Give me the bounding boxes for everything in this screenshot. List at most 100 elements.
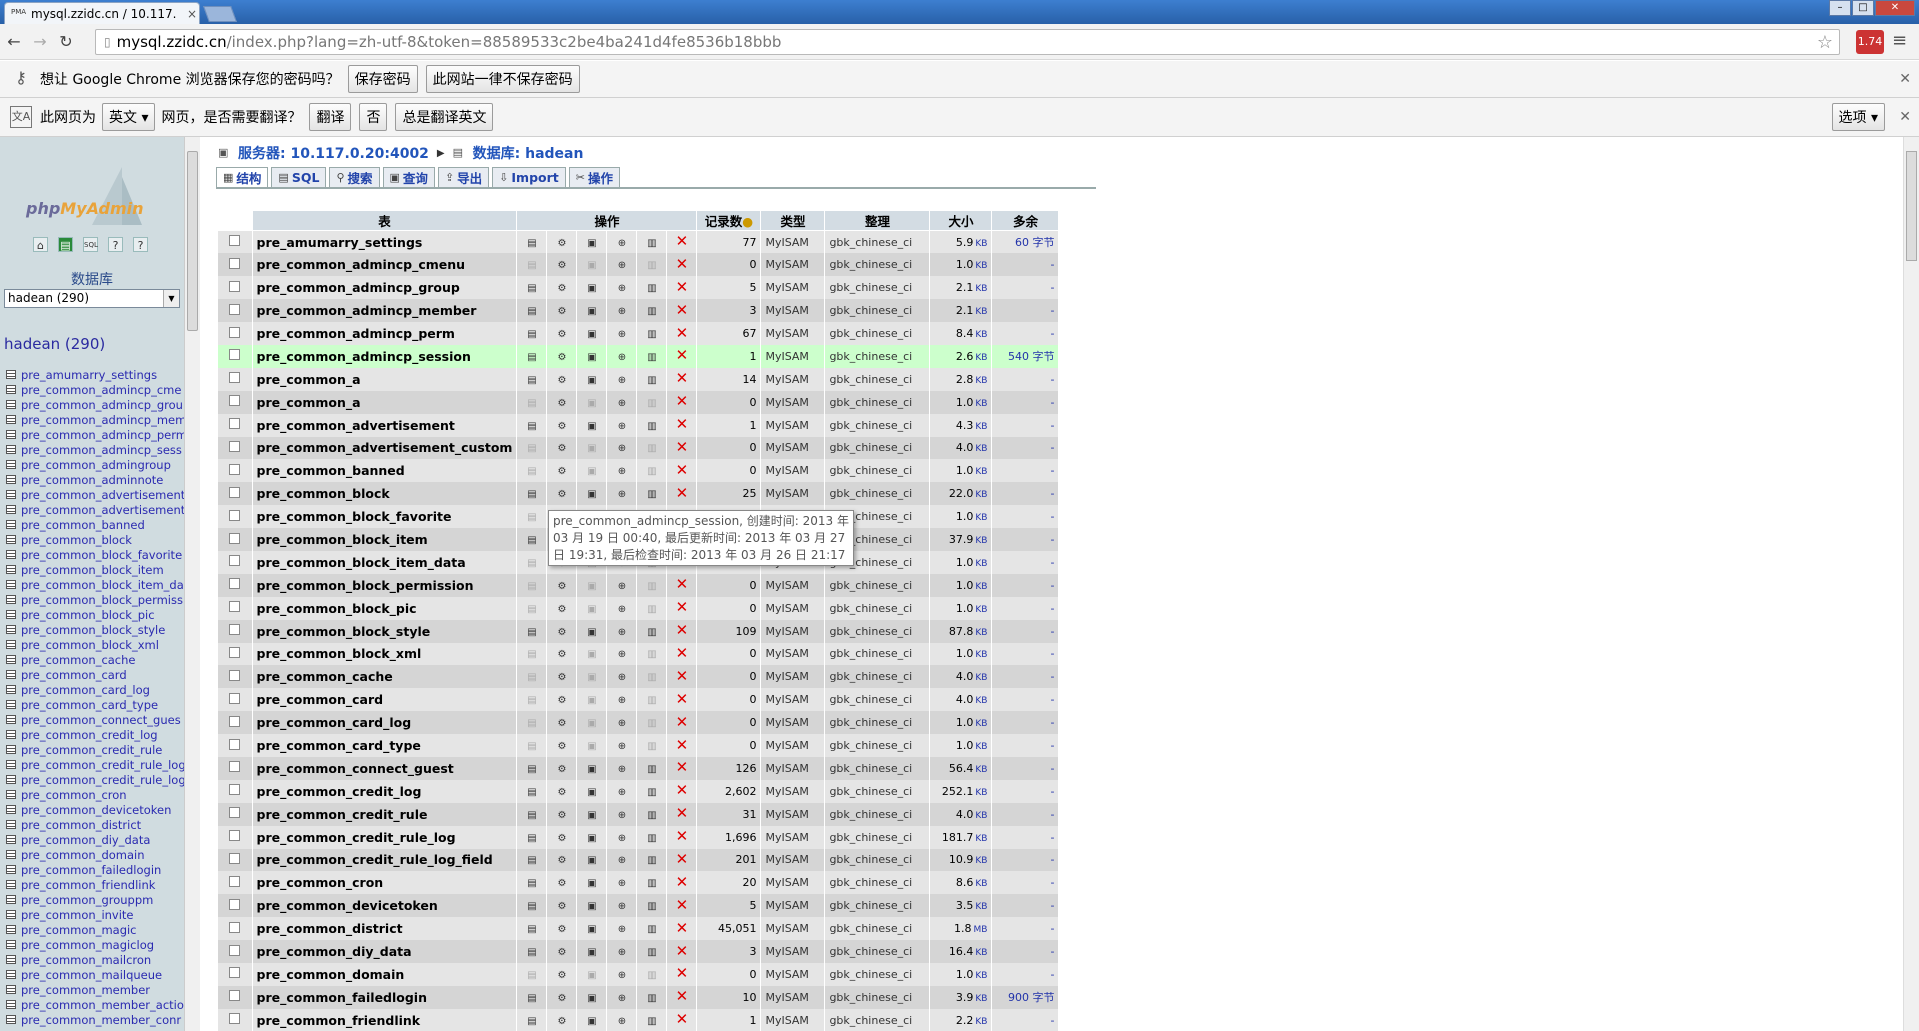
drop-icon[interactable]: ✕: [675, 874, 689, 889]
sidebar-table-item[interactable]: pre_common_block_item: [6, 562, 184, 577]
drop-icon[interactable]: ✕: [675, 325, 689, 340]
browse-icon[interactable]: ▤: [525, 352, 538, 364]
table-row[interactable]: pre_common_credit_log ▤ ⚙ ▣ ⊕ ▥ ✕ 2,602 MyISAM gb…: [218, 779, 1060, 803]
sidebar-table-item[interactable]: pre_common_credit_log: [6, 727, 184, 742]
size-unit-link[interactable]: KB: [975, 765, 987, 775]
maximize-button[interactable]: □: [1852, 0, 1874, 16]
chrome-menu-icon[interactable]: ≡: [1892, 30, 1907, 51]
scrollbar-thumb[interactable]: [1906, 151, 1917, 261]
sidebar-table-item[interactable]: pre_common_invite: [6, 907, 184, 922]
insert-icon[interactable]: ⊕: [615, 764, 628, 776]
table-icon[interactable]: [6, 760, 16, 769]
insert-icon[interactable]: ⊕: [615, 695, 628, 707]
table-icon[interactable]: [6, 475, 16, 484]
row-checkbox[interactable]: [229, 646, 241, 658]
options-button[interactable]: 选项 ▾: [1831, 103, 1885, 131]
row-checkbox[interactable]: [229, 990, 241, 1002]
table-icon[interactable]: [6, 895, 16, 904]
table-name[interactable]: pre_common_banned: [252, 459, 518, 483]
reload-icon[interactable]: ↻: [54, 32, 78, 51]
empty-icon[interactable]: ▥: [645, 398, 658, 410]
browse-icon[interactable]: ▤: [525, 535, 538, 547]
table-row[interactable]: pre_common_credit_rule_log ▤ ⚙ ▣ ⊕ ▥ ✕ 1,696 MyI…: [218, 825, 1060, 849]
size-unit-link[interactable]: KB: [975, 559, 987, 569]
browse-icon[interactable]: ▤: [525, 421, 538, 433]
insert-icon[interactable]: ⊕: [615, 466, 628, 478]
table-icon[interactable]: [6, 430, 16, 439]
size-unit-link[interactable]: KB: [975, 605, 987, 615]
drop-icon[interactable]: ✕: [675, 623, 689, 638]
table-icon[interactable]: [6, 805, 16, 814]
table-row[interactable]: pre_amumarry_settings ▤ ⚙ ▣ ⊕ ▥ ✕ 77 MyISAM gbk_c…: [218, 230, 1060, 254]
sidebar-scrollbar[interactable]: [184, 137, 200, 1031]
empty-icon[interactable]: ▥: [645, 283, 658, 295]
drop-icon[interactable]: ✕: [675, 760, 689, 775]
size-unit-link[interactable]: KB: [975, 284, 987, 294]
sidebar-table-item[interactable]: pre_common_block_xml: [6, 637, 184, 652]
size-unit-link[interactable]: KB: [975, 971, 987, 981]
empty-icon[interactable]: ▥: [645, 741, 658, 753]
search-icon[interactable]: ▣: [585, 970, 598, 982]
insert-icon[interactable]: ⊕: [615, 993, 628, 1005]
drop-icon[interactable]: ✕: [675, 989, 689, 1004]
browse-icon[interactable]: ▤: [525, 604, 538, 616]
search-icon[interactable]: ▣: [585, 1016, 598, 1028]
structure-icon[interactable]: ⚙: [555, 649, 568, 661]
table-name[interactable]: pre_common_admincp_member: [252, 299, 518, 323]
empty-icon[interactable]: ▥: [645, 649, 658, 661]
table-row[interactable]: pre_common_devicetoken ▤ ⚙ ▣ ⊕ ▥ ✕ 5 MyISAM gbk_c…: [218, 894, 1060, 918]
browse-icon[interactable]: ▤: [525, 260, 538, 272]
browse-icon[interactable]: ▤: [525, 924, 538, 936]
size-unit-link[interactable]: KB: [975, 719, 987, 729]
size-unit-link[interactable]: KB: [975, 399, 987, 409]
table-icon[interactable]: [6, 910, 16, 919]
structure-icon[interactable]: ⚙: [555, 741, 568, 753]
row-checkbox[interactable]: [229, 280, 241, 292]
size-unit-link[interactable]: KB: [975, 994, 987, 1004]
drop-icon[interactable]: ✕: [675, 279, 689, 294]
insert-icon[interactable]: ⊕: [615, 443, 628, 455]
table-row[interactable]: pre_common_admincp_perm ▤ ⚙ ▣ ⊕ ▥ ✕ 67 MyISAM gbk…: [218, 322, 1060, 345]
table-icon[interactable]: [6, 610, 16, 619]
row-checkbox[interactable]: [229, 807, 241, 819]
search-icon[interactable]: ▣: [585, 787, 598, 799]
table-row[interactable]: pre_common_district ▤ ⚙ ▣ ⊕ ▥ ✕ 45,051 MyISAM gbk…: [218, 917, 1060, 941]
drop-icon[interactable]: ✕: [675, 966, 689, 981]
sidebar-table-item[interactable]: pre_common_cache: [6, 652, 184, 667]
search-icon[interactable]: ▣: [585, 283, 598, 295]
insert-icon[interactable]: ⊕: [615, 283, 628, 295]
drop-icon[interactable]: ✕: [675, 691, 689, 706]
table-row[interactable]: pre_common_domain ▤ ⚙ ▣ ⊕ ▥ ✕ 0 MyISAM gbk_chines…: [218, 963, 1060, 986]
table-icon[interactable]: [6, 715, 16, 724]
table-icon[interactable]: [6, 775, 16, 784]
empty-icon[interactable]: ▥: [645, 306, 658, 318]
row-checkbox[interactable]: [229, 395, 241, 407]
table-row[interactable]: pre_common_diy_data ▤ ⚙ ▣ ⊕ ▥ ✕ 3 MyISAM gbk_chin…: [218, 940, 1060, 963]
structure-icon[interactable]: ⚙: [555, 283, 568, 295]
search-icon[interactable]: ▣: [585, 672, 598, 684]
close-window-button[interactable]: ✕: [1875, 0, 1915, 16]
table-name[interactable]: pre_common_credit_rule_log: [252, 825, 518, 849]
size-unit-link[interactable]: KB: [975, 834, 987, 844]
browse-icon[interactable]: ▤: [525, 810, 538, 822]
no-translate-button[interactable]: 否: [359, 103, 388, 131]
sidebar-table-item[interactable]: pre_common_admincp_cme: [6, 382, 184, 397]
size-unit-link[interactable]: KB: [975, 696, 987, 706]
drop-icon[interactable]: ✕: [675, 668, 689, 683]
browse-icon[interactable]: ▤: [525, 993, 538, 1005]
sidebar-table-item[interactable]: pre_common_member_actio: [6, 997, 184, 1012]
insert-icon[interactable]: ⊕: [615, 810, 628, 822]
search-icon[interactable]: ▣: [585, 604, 598, 616]
search-icon[interactable]: ▣: [585, 741, 598, 753]
structure-icon[interactable]: ⚙: [555, 1016, 568, 1028]
browse-icon[interactable]: ▤: [525, 764, 538, 776]
search-icon[interactable]: ▣: [585, 718, 598, 730]
size-unit-link[interactable]: KB: [975, 376, 987, 386]
browse-icon[interactable]: ▤: [525, 283, 538, 295]
search-icon[interactable]: ▣: [585, 466, 598, 478]
sidebar-table-item[interactable]: pre_common_mailqueue: [6, 967, 184, 982]
tab-query[interactable]: ▣ 查询: [382, 167, 435, 187]
drop-icon[interactable]: ✕: [675, 417, 689, 432]
header-overhead[interactable]: 多余: [991, 210, 1060, 231]
structure-icon[interactable]: ⚙: [555, 260, 568, 272]
